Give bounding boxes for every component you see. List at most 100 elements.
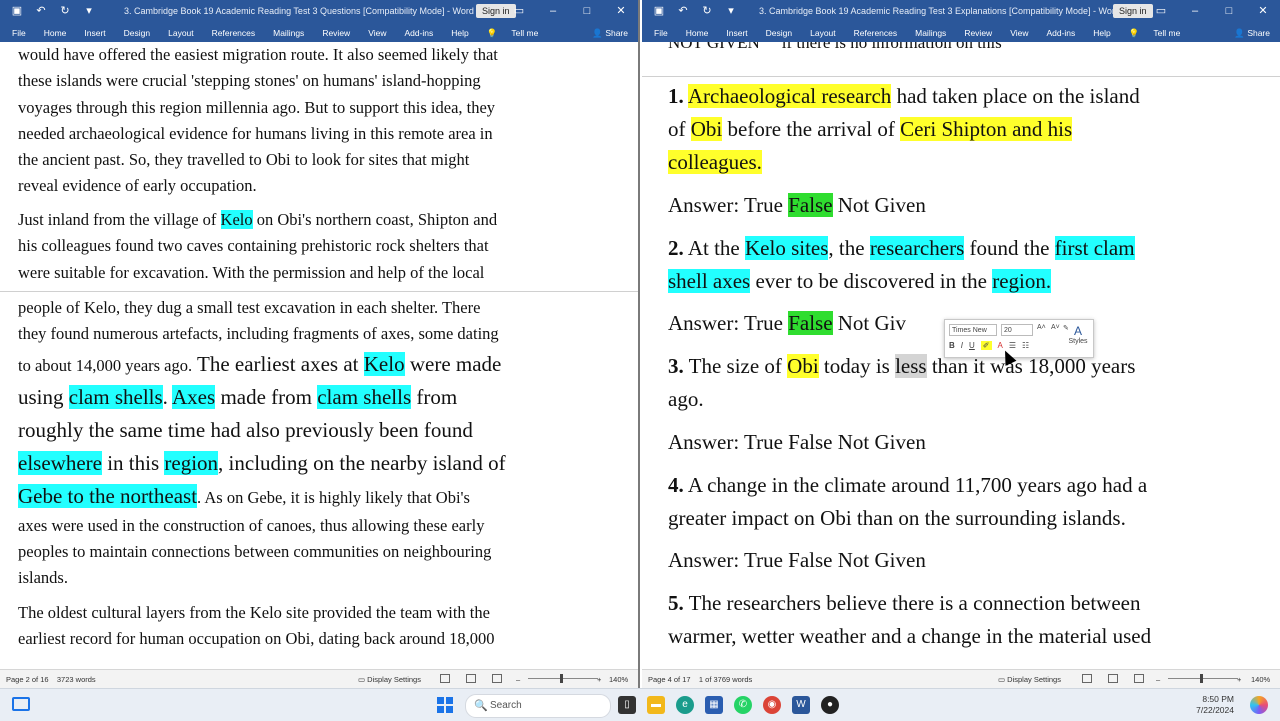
copilot-icon[interactable] [1250, 696, 1268, 714]
edge-icon[interactable]: e [676, 696, 694, 714]
font-size-box[interactable]: 20 [1001, 324, 1033, 336]
web-layout-icon[interactable] [1134, 674, 1144, 683]
highlight-axes: Axes [172, 384, 216, 409]
display-settings-button[interactable]: ▭ Display Settings [358, 675, 421, 684]
display-settings-button[interactable]: ▭ Display Settings [998, 675, 1061, 684]
redo-icon[interactable]: ↻ [58, 4, 72, 18]
tab-help[interactable]: Help [1093, 28, 1110, 38]
zoom-out-icon[interactable]: – [516, 675, 520, 684]
tab-mailings[interactable]: Mailings [915, 28, 946, 38]
tab-layout[interactable]: Layout [810, 28, 836, 38]
minimize-icon[interactable]: – [546, 3, 560, 19]
widgets-icon[interactable] [12, 697, 30, 711]
tab-add-ins[interactable]: Add-ins [1046, 28, 1075, 38]
tab-home[interactable]: Home [44, 28, 67, 38]
grow-font-icon[interactable]: A˄ [1037, 324, 1046, 331]
word-count[interactable]: 3723 words [57, 675, 96, 684]
customize-qat-icon[interactable]: ▾ [724, 4, 738, 18]
chrome-icon[interactable]: ◉ [763, 696, 781, 714]
text-run: ever to be discovered in the [750, 269, 993, 293]
minimize-icon[interactable]: – [1188, 3, 1202, 19]
tab-add-ins[interactable]: Add-ins [404, 28, 433, 38]
shrink-font-icon[interactable]: A˅ [1051, 324, 1060, 331]
app-icon[interactable]: ● [821, 696, 839, 714]
left-sign-in-button[interactable]: Sign in [476, 4, 516, 18]
tab-references[interactable]: References [212, 28, 255, 38]
word-icon[interactable]: W [792, 696, 810, 714]
tab-home[interactable]: Home [686, 28, 709, 38]
clock-date: 7/22/2024 [1196, 705, 1234, 715]
save-icon[interactable]: ▣ [652, 4, 666, 18]
zoom-slider-thumb[interactable] [560, 674, 563, 683]
redo-icon[interactable]: ↻ [700, 4, 714, 18]
tab-mailings[interactable]: Mailings [273, 28, 304, 38]
numbering-icon[interactable]: ☷ [1022, 341, 1029, 350]
close-icon[interactable]: ✕ [614, 3, 628, 19]
system-clock[interactable]: 8:50 PM 7/22/2024 [1196, 694, 1234, 716]
tab-review[interactable]: Review [322, 28, 350, 38]
whatsapp-icon[interactable]: ✆ [734, 696, 752, 714]
right-sign-in-button[interactable]: Sign in [1113, 4, 1153, 18]
maximize-icon[interactable]: □ [580, 3, 594, 19]
page-count[interactable]: Page 4 of 17 [648, 675, 691, 684]
bold-button[interactable]: B [949, 341, 955, 350]
styles-button[interactable]: A Styles [1067, 324, 1089, 345]
zoom-in-icon[interactable]: + [1237, 675, 1241, 684]
maximize-icon[interactable]: □ [1222, 3, 1236, 19]
right-status-bar: Page 4 of 17 1 of 3769 words ▭ Display S… [642, 669, 1280, 688]
customize-qat-icon[interactable]: ▾ [82, 4, 96, 18]
tell-me-search[interactable]: Tell me [511, 28, 538, 38]
left-share-button[interactable]: 👤 Share [592, 28, 628, 39]
text-run: Answer: True [668, 193, 789, 217]
tab-references[interactable]: References [854, 28, 897, 38]
left-document-page[interactable]: would have offered the easiest migration… [0, 42, 638, 670]
tab-file[interactable]: File [654, 28, 668, 38]
font-name-box[interactable]: Times New [949, 324, 997, 336]
highlight-color-icon[interactable]: ✐ [980, 341, 992, 350]
start-button[interactable] [437, 697, 453, 713]
zoom-slider[interactable] [528, 678, 598, 679]
tab-file[interactable]: File [12, 28, 26, 38]
tab-view[interactable]: View [368, 28, 386, 38]
italic-button[interactable]: I [961, 341, 963, 350]
undo-icon[interactable]: ↶ [676, 4, 690, 18]
close-icon[interactable]: ✕ [1256, 3, 1270, 19]
task-view-icon[interactable]: ▯ [618, 696, 636, 714]
zoom-slider-thumb[interactable] [1200, 674, 1203, 683]
tab-insert[interactable]: Insert [726, 28, 747, 38]
store-icon[interactable]: ▦ [705, 696, 723, 714]
tab-view[interactable]: View [1010, 28, 1028, 38]
text-line: of Obi before the arrival of Ceri Shipto… [668, 113, 1258, 146]
zoom-level[interactable]: 140% [1251, 675, 1270, 684]
font-color-icon[interactable]: A [998, 341, 1003, 350]
selected-text-less[interactable]: less [895, 354, 927, 378]
taskbar-search[interactable]: 🔍 Search [465, 694, 611, 718]
tab-layout[interactable]: Layout [168, 28, 194, 38]
print-layout-icon[interactable] [466, 674, 476, 683]
underline-button[interactable]: U [969, 341, 975, 350]
zoom-level[interactable]: 140% [609, 675, 628, 684]
tab-design[interactable]: Design [124, 28, 150, 38]
file-explorer-icon[interactable]: ▬ [647, 696, 665, 714]
ribbon-display-icon[interactable]: ▭ [512, 3, 526, 19]
tab-design[interactable]: Design [766, 28, 792, 38]
highlight-gebe: Gebe to the northeast [18, 483, 198, 508]
right-document-page[interactable]: NOT GIVEN if there is no information on t… [642, 42, 1280, 670]
save-icon[interactable]: ▣ [10, 4, 24, 18]
tab-help[interactable]: Help [451, 28, 468, 38]
ribbon-display-icon[interactable]: ▭ [1154, 3, 1168, 19]
undo-icon[interactable]: ↶ [34, 4, 48, 18]
page-count[interactable]: Page 2 of 16 [6, 675, 49, 684]
focus-view-icon[interactable] [440, 674, 450, 683]
print-layout-icon[interactable] [1108, 674, 1118, 683]
tell-me-search[interactable]: Tell me [1153, 28, 1180, 38]
tab-review[interactable]: Review [964, 28, 992, 38]
zoom-out-icon[interactable]: – [1156, 675, 1160, 684]
tab-insert[interactable]: Insert [84, 28, 105, 38]
word-count[interactable]: 1 of 3769 words [699, 675, 752, 684]
right-share-button[interactable]: 👤 Share [1234, 28, 1270, 39]
zoom-slider[interactable] [1168, 678, 1238, 679]
focus-view-icon[interactable] [1082, 674, 1092, 683]
web-layout-icon[interactable] [492, 674, 502, 683]
zoom-in-icon[interactable]: + [597, 675, 601, 684]
